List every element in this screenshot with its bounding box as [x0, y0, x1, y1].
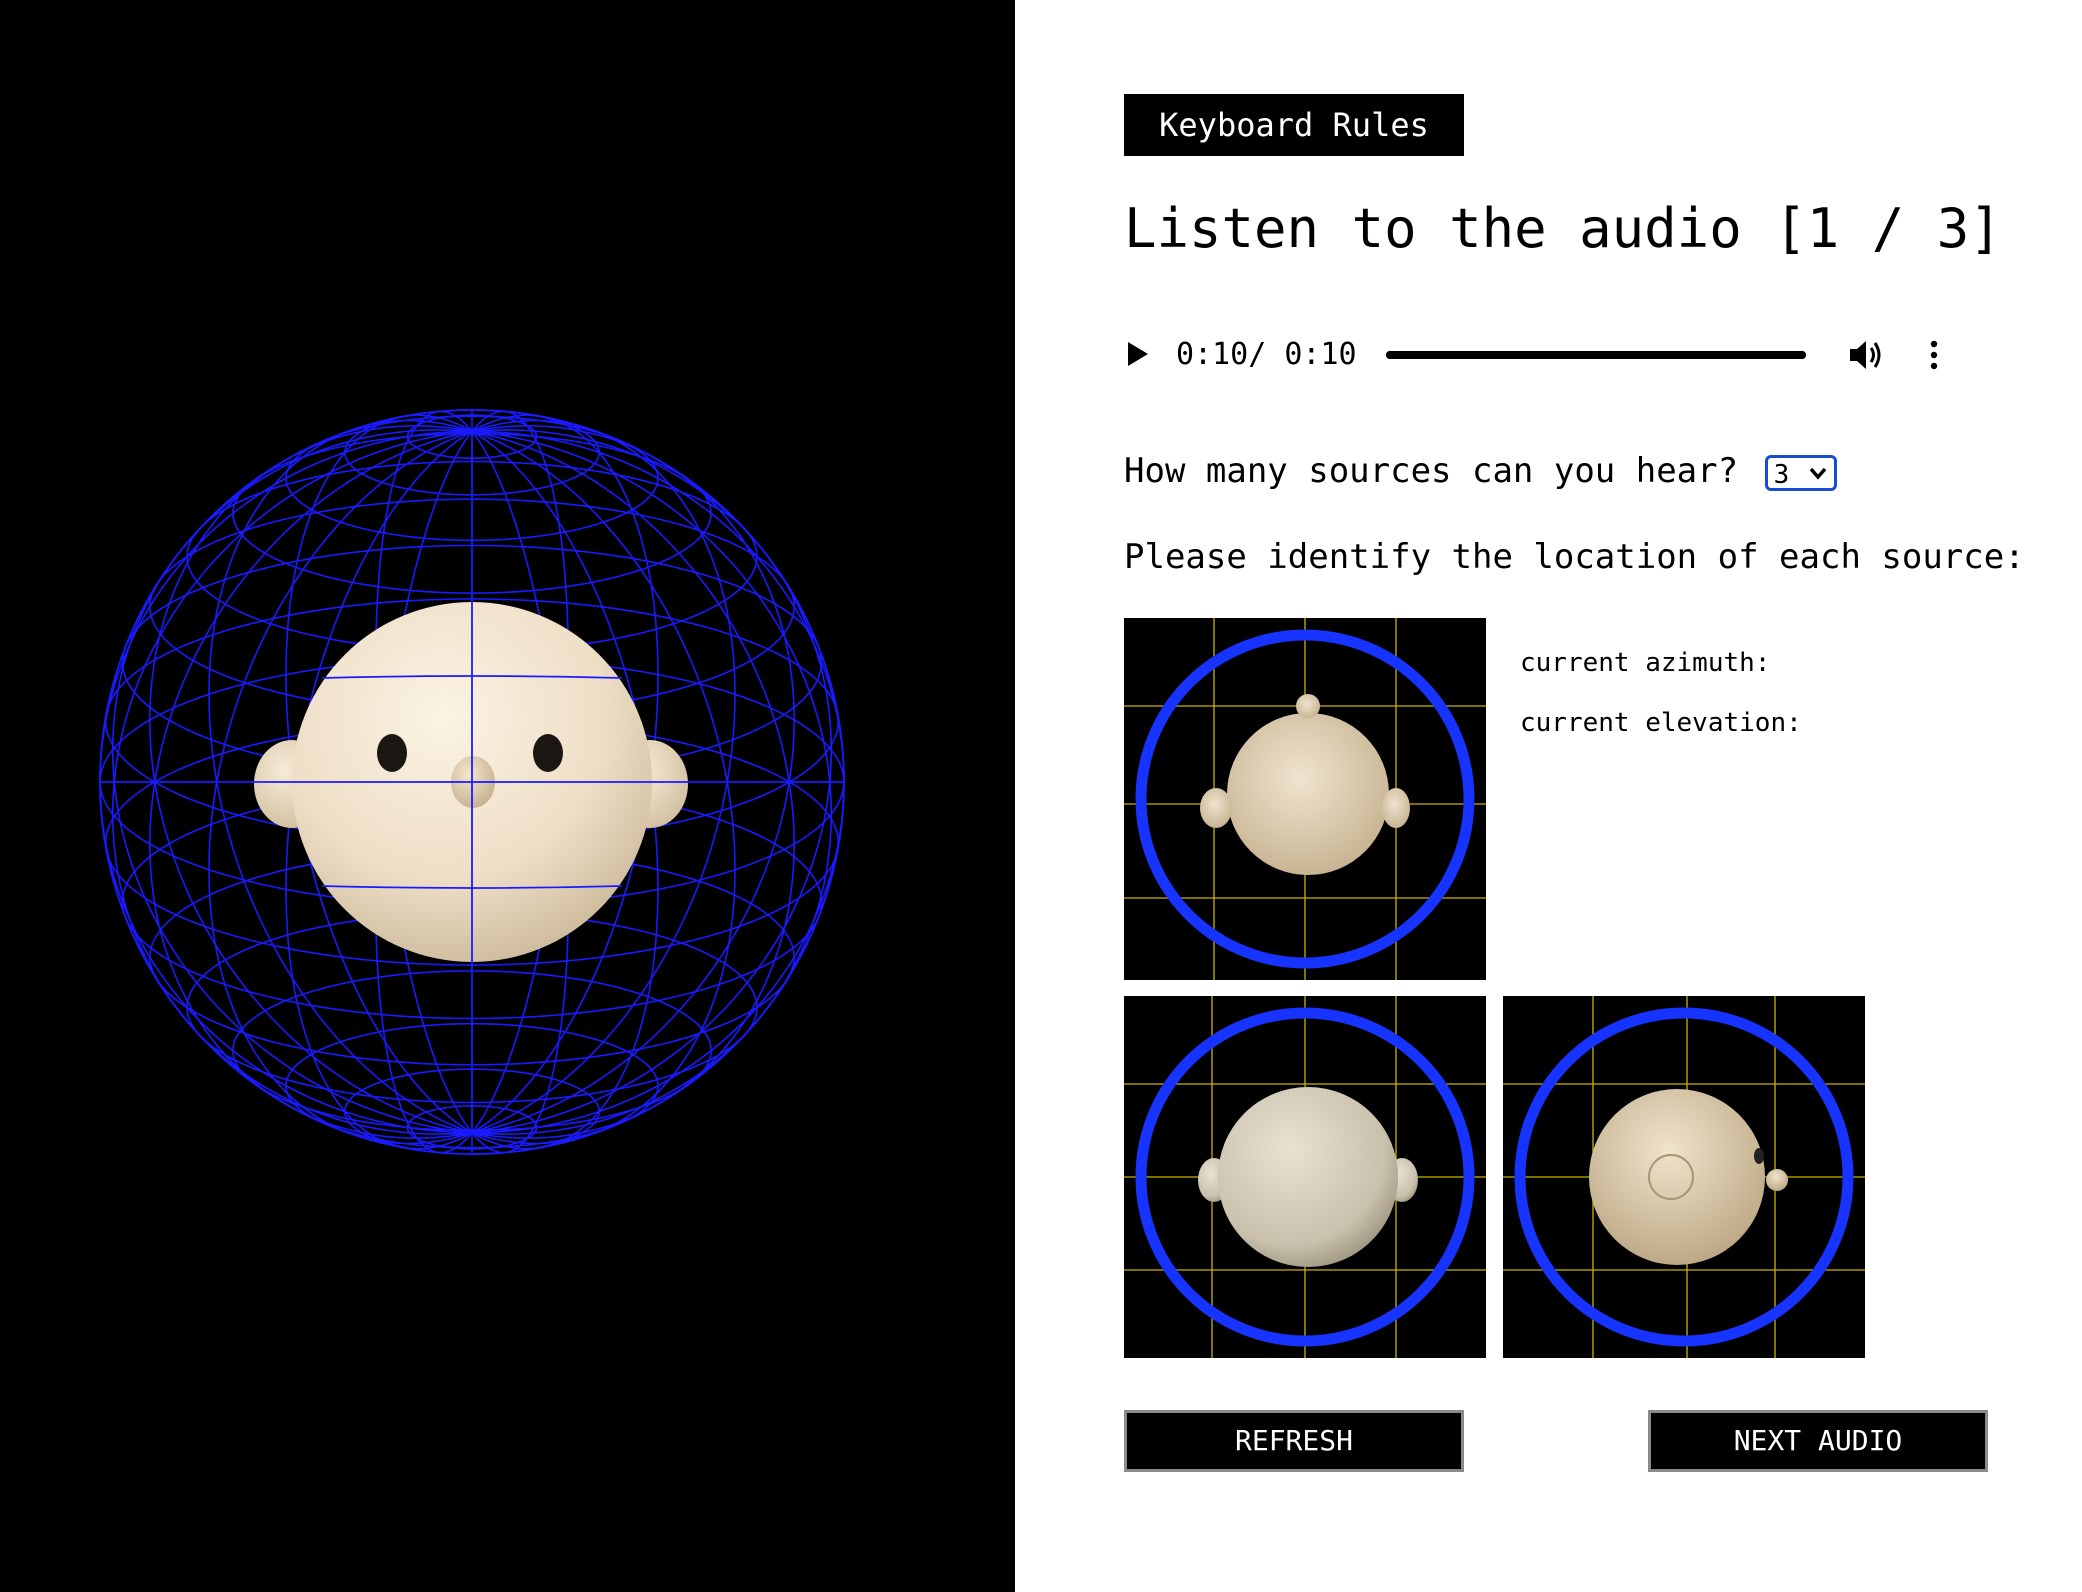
- chevron-down-icon: [1809, 467, 1826, 480]
- play-icon[interactable]: [1128, 342, 1148, 366]
- next-audio-button[interactable]: NEXT AUDIO: [1648, 1410, 1988, 1472]
- time-separator: /: [1248, 337, 1267, 372]
- current-azimuth: current azimuth:: [1520, 648, 1771, 678]
- right-eye: [533, 734, 563, 772]
- top-view-panel[interactable]: [1124, 618, 1486, 980]
- audio-progress-fill: [1386, 351, 1806, 359]
- audio-time: 0:10/ 0:10: [1176, 336, 1357, 374]
- front-view-canvas[interactable]: [1124, 996, 1486, 1358]
- eye-side: [1754, 1148, 1764, 1164]
- sources-question: How many sources can you hear? 3: [1124, 448, 1837, 494]
- audio-player[interactable]: 0:10/ 0:10: [1124, 330, 1964, 380]
- sources-count-value: 3: [1773, 459, 1790, 490]
- current-elevation: current elevation:: [1520, 708, 1802, 738]
- top-view-canvas[interactable]: [1124, 618, 1486, 980]
- side-view-panel[interactable]: [1503, 996, 1865, 1358]
- right-ear-top: [1382, 788, 1410, 828]
- head-top: [1227, 713, 1389, 875]
- head-side: [1589, 1089, 1765, 1265]
- identify-instruction: Please identify the location of each sou…: [1124, 537, 2025, 577]
- head-axis-lines: [100, 600, 844, 964]
- more-vert-icon[interactable]: [1924, 338, 1944, 372]
- left-ear-top: [1200, 788, 1232, 828]
- side-view-canvas[interactable]: [1503, 996, 1865, 1358]
- nose-side: [1766, 1169, 1788, 1191]
- wireframe-sphere[interactable]: [0, 0, 1015, 1592]
- sources-count-select[interactable]: 3: [1764, 454, 1837, 491]
- duration: 0:10: [1284, 337, 1357, 372]
- current-time: 0:10: [1176, 337, 1249, 372]
- left-eye: [377, 734, 407, 772]
- volume-icon[interactable]: [1848, 338, 1884, 372]
- head-front: [1218, 1087, 1398, 1267]
- page-title: Listen to the audio [1 / 3]: [1124, 197, 2002, 260]
- audio-progress-bar[interactable]: [1386, 351, 1806, 359]
- front-view-panel[interactable]: [1124, 996, 1486, 1358]
- refresh-button[interactable]: REFRESH: [1124, 1410, 1464, 1472]
- nose-top: [1296, 694, 1320, 718]
- keyboard-rules-button[interactable]: Keyboard Rules: [1124, 94, 1464, 156]
- sources-question-label: How many sources can you hear?: [1124, 451, 1739, 491]
- 3d-viewport[interactable]: [0, 0, 1015, 1592]
